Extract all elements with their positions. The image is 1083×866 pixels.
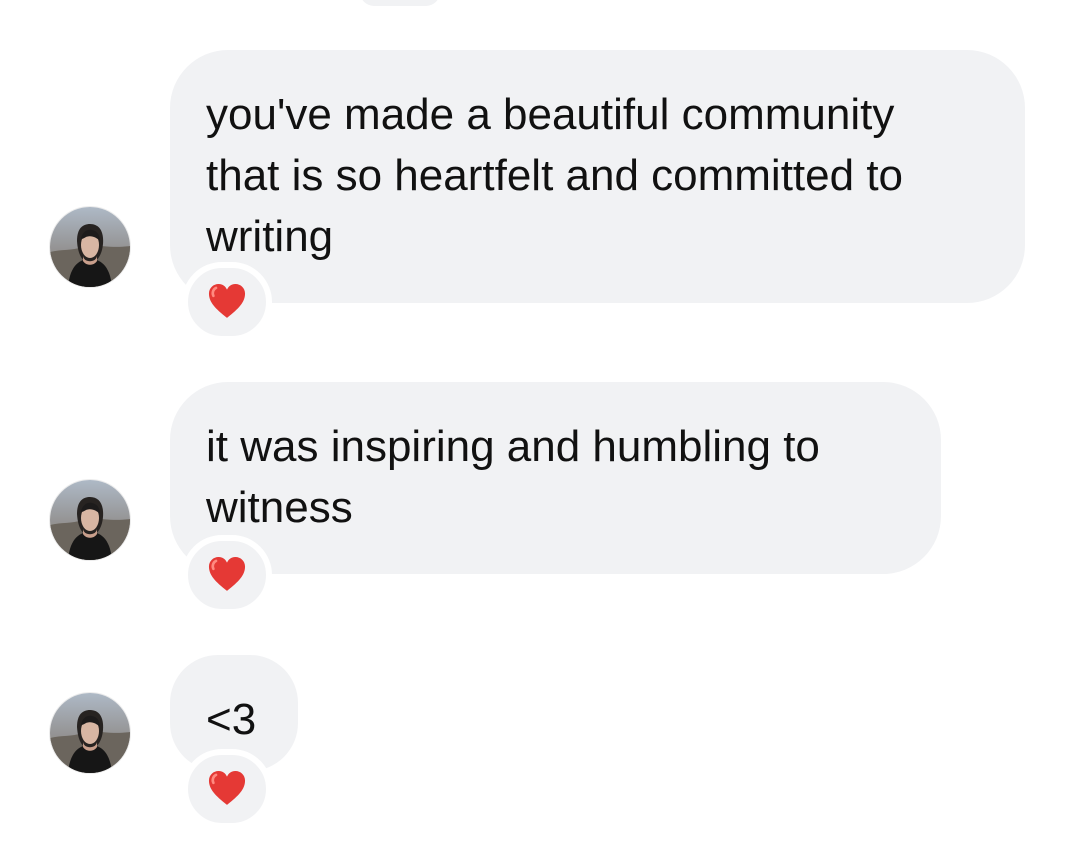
profile-photo-icon bbox=[50, 207, 130, 287]
profile-photo-icon bbox=[50, 693, 130, 773]
avatar[interactable] bbox=[50, 207, 130, 287]
message-bubble[interactable]: you've made a beautiful community that i… bbox=[170, 50, 1025, 303]
heart-emoji-icon bbox=[208, 556, 246, 591]
message-text: it was inspiring and humbling to witness bbox=[206, 422, 820, 532]
avatar[interactable] bbox=[50, 693, 130, 773]
previous-message-bubble-fragment bbox=[360, 0, 440, 6]
profile-photo-icon bbox=[50, 480, 130, 560]
message-bubble[interactable]: it was inspiring and humbling to witness bbox=[170, 382, 941, 574]
heart-emoji-icon bbox=[208, 283, 246, 318]
message-text: you've made a beautiful community that i… bbox=[206, 90, 904, 261]
reaction-badge[interactable] bbox=[182, 535, 272, 615]
heart-emoji-icon bbox=[208, 770, 246, 805]
reaction-badge[interactable] bbox=[182, 262, 272, 342]
reaction-badge[interactable] bbox=[182, 749, 272, 829]
message-text: <3 bbox=[206, 695, 257, 744]
avatar[interactable] bbox=[50, 480, 130, 560]
